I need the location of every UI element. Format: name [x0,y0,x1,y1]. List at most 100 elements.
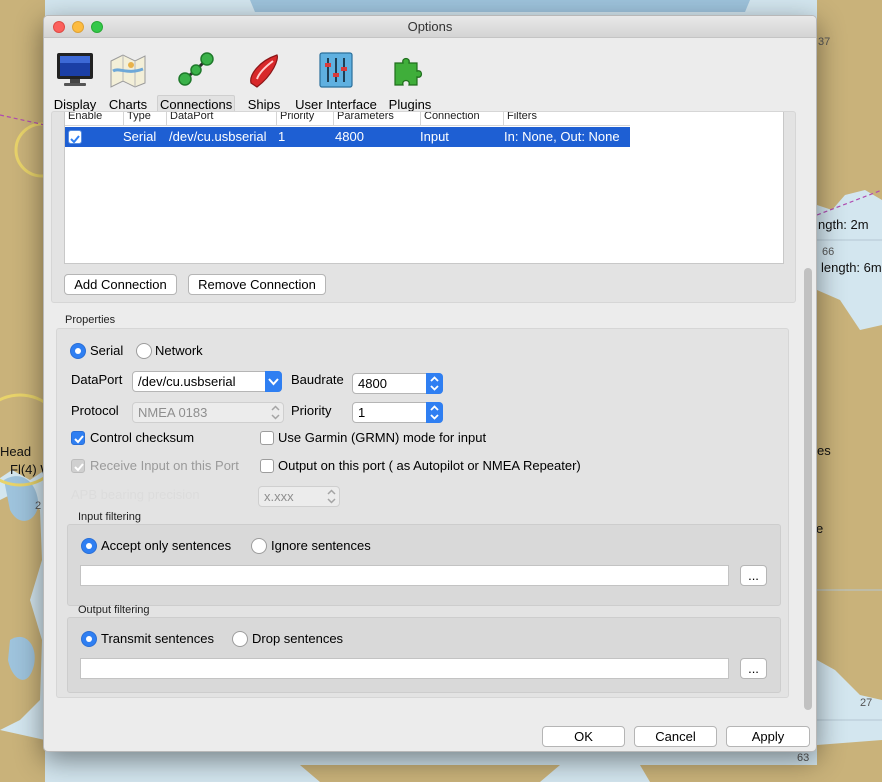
output-port-checkbox[interactable] [260,459,274,473]
minimize-window-button[interactable] [72,21,84,33]
input-filtering-title: Input filtering [78,511,141,523]
protocol-value: NMEA 0183 [138,405,208,420]
checkmark-icon [70,135,80,144]
zoom-window-button[interactable] [91,21,103,33]
cell-filters: In: None, Out: None [504,129,620,144]
connections-list[interactable]: Enable Type DataPort Priority Parameters… [64,112,784,264]
input-filtering-group: Accept only sentences Ignore sentences .… [67,524,781,606]
column-header-enable[interactable]: Enable [65,112,102,125]
serial-label[interactable]: Serial [90,343,123,358]
output-sentences-field[interactable] [80,658,729,679]
chart-depth-66: 66 [822,246,835,258]
options-dialog: Options Display Charts Connections Ships… [43,15,817,752]
remove-connection-button[interactable]: Remove Connection [188,274,326,295]
column-header-priority[interactable]: Priority [276,112,314,125]
toolbar-user-interface-label: User Interface [295,97,377,112]
toolbar-ships[interactable]: Ships [243,43,285,113]
chart-depth-2: 2 [35,500,42,512]
ok-button[interactable]: OK [542,726,625,747]
options-scrollbar[interactable] [801,116,815,714]
connections-icon [178,52,214,86]
toolbar-user-interface[interactable]: User Interface [294,43,378,113]
network-radio[interactable] [136,343,152,359]
cell-dataport: /dev/cu.usbserial [169,129,267,144]
serial-radio[interactable] [70,343,86,359]
close-window-button[interactable] [53,21,65,33]
connections-list-header: Enable Type DataPort Priority Parameters… [65,112,630,126]
toolbar-ships-label: Ships [247,97,281,112]
drop-sentences-label[interactable]: Drop sentences [252,631,343,646]
cell-parameters: 4800 [335,129,364,144]
plugins-icon [394,57,423,86]
updown-arrows-icon [327,489,336,504]
protocol-combobox[interactable]: NMEA 0183 [132,402,284,423]
input-sentences-field[interactable] [80,565,729,586]
baudrate-value: 4800 [358,376,387,391]
chart-label-length2: length: 6m [821,260,882,275]
output-filtering-group: Transmit sentences Drop sentences ... [67,617,781,693]
apb-precision-combobox[interactable]: x.xxx [258,486,340,507]
control-checksum-label[interactable]: Control checksum [90,430,194,445]
column-header-dataport[interactable]: DataPort [166,112,213,125]
display-icon [57,53,93,86]
priority-combobox[interactable]: 1 [352,402,443,423]
toolbar-display[interactable]: Display [51,43,99,113]
column-header-filters[interactable]: Filters [503,112,537,125]
updown-arrows-icon [271,405,280,420]
title-bar[interactable]: Options [44,16,816,38]
column-header-type[interactable]: Type [123,112,151,125]
scrollbar-thumb[interactable] [804,268,812,710]
garmin-mode-checkbox[interactable] [260,431,274,445]
chart-depth-63: 63 [797,752,810,764]
options-toolbar: Display Charts Connections Ships User In… [44,39,816,114]
column-header-parameters[interactable]: Parameters [333,112,394,125]
ignore-sentences-radio[interactable] [251,538,267,554]
cell-type: Serial [123,129,157,144]
accept-sentences-label[interactable]: Accept only sentences [101,538,231,553]
drop-sentences-radio[interactable] [232,631,248,647]
toolbar-plugins[interactable]: Plugins [386,43,434,113]
output-filtering-title: Output filtering [78,604,150,616]
ships-icon [250,54,278,88]
dataport-value: /dev/cu.usbserial [138,374,236,389]
properties-title: Properties [65,314,116,326]
apply-button[interactable]: Apply [726,726,810,747]
baudrate-label: Baudrate [291,372,344,387]
cell-priority: 1 [278,129,286,144]
output-sentences-more-button[interactable]: ... [740,658,767,679]
toolbar-plugins-label: Plugins [388,97,432,112]
dataport-combobox[interactable]: /dev/cu.usbserial [132,371,282,392]
baudrate-combobox[interactable]: 4800 [352,373,443,394]
control-checksum-checkbox[interactable] [71,431,85,445]
chart-label-head: Head [0,444,32,459]
input-sentences-more-button[interactable]: ... [740,565,767,586]
receive-input-checkbox[interactable] [71,459,85,473]
chart-depth-27: 27 [860,697,873,709]
cell-connection: Input [420,129,449,144]
transmit-sentences-label[interactable]: Transmit sentences [101,631,214,646]
updown-arrows-icon [430,405,439,420]
transmit-sentences-radio[interactable] [81,631,97,647]
toolbar-charts[interactable]: Charts [106,43,150,113]
accept-sentences-radio[interactable] [81,538,97,554]
enable-checkbox[interactable] [68,130,82,144]
column-header-connection[interactable]: Connection [420,112,480,125]
toolbar-charts-label: Charts [108,97,148,112]
user-interface-icon [319,52,353,88]
output-port-label[interactable]: Output on this port ( as Autopilot or NM… [278,458,581,473]
window-title: Options [407,19,453,34]
add-connection-button[interactable]: Add Connection [64,274,177,295]
charts-icon [110,54,146,88]
network-label[interactable]: Network [155,343,203,358]
table-row[interactable]: Serial /dev/cu.usbserial 1 4800 Input In… [65,127,630,147]
apb-precision-label: APB bearing precision [71,487,200,502]
toolbar-connections[interactable]: Connections [157,43,235,114]
chart-label-length1: ngth: 2m [818,217,869,232]
ignore-sentences-label[interactable]: Ignore sentences [271,538,371,553]
toolbar-display-label: Display [53,97,97,112]
garmin-mode-label[interactable]: Use Garmin (GRMN) mode for input [278,430,486,445]
receive-input-label[interactable]: Receive Input on this Port [90,458,239,473]
cancel-button[interactable]: Cancel [634,726,717,747]
priority-value: 1 [358,405,366,420]
chart-label-es: es [817,443,831,458]
